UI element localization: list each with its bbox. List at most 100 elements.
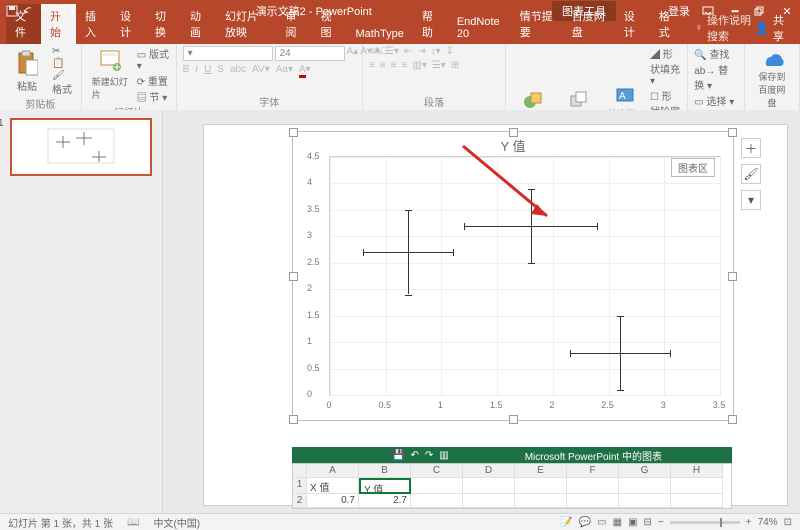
- col-header[interactable]: D: [463, 464, 515, 478]
- tell-me-search[interactable]: ♀ 操作说明搜索: [695, 12, 755, 44]
- datasheet-grid[interactable]: A B C D E F G H 1 X 值 Y 值: [292, 463, 732, 509]
- zoom-out-icon[interactable]: −: [658, 517, 664, 528]
- align-text-icon[interactable]: ☰▾: [432, 60, 446, 71]
- tab-view[interactable]: 视图: [312, 4, 347, 44]
- ds-undo-icon[interactable]: ↶: [410, 450, 418, 461]
- new-slide-button[interactable]: 新建幻灯片: [88, 47, 133, 103]
- section-button[interactable]: ▤ 节 ▾: [137, 89, 170, 104]
- tab-design[interactable]: 设计: [111, 4, 146, 44]
- col-header[interactable]: H: [671, 464, 723, 478]
- tab-chart-design[interactable]: 设计: [615, 4, 650, 44]
- tab-animations[interactable]: 动画: [181, 4, 216, 44]
- col-header[interactable]: C: [411, 464, 463, 478]
- font-color-icon[interactable]: A▾: [299, 64, 311, 75]
- col-header[interactable]: F: [567, 464, 619, 478]
- numbering-icon[interactable]: ☰▾: [385, 46, 399, 57]
- spellcheck-icon[interactable]: 📖: [127, 517, 139, 528]
- notes-button[interactable]: 📝: [560, 517, 572, 528]
- slide-canvas[interactable]: Y 值 图表区 ＋ 🖌 ▾ 00.511.522.533.544.500.511…: [163, 110, 800, 514]
- align-left-icon[interactable]: ≡: [369, 60, 375, 71]
- tab-mathtype[interactable]: MathType: [347, 24, 413, 44]
- select-all-cell[interactable]: [293, 464, 307, 478]
- tab-help[interactable]: 帮助: [413, 4, 448, 44]
- tab-slideshow[interactable]: 幻灯片放映: [216, 4, 277, 44]
- tab-baidu[interactable]: 百度网盘: [563, 4, 615, 44]
- cell[interactable]: [515, 494, 567, 508]
- decrease-indent-icon[interactable]: ⇤: [404, 46, 412, 57]
- cell[interactable]: [463, 494, 515, 508]
- columns-icon[interactable]: ▥▾: [412, 60, 426, 71]
- share-button[interactable]: 👤 共享: [755, 12, 786, 44]
- col-header[interactable]: A: [307, 464, 359, 478]
- increase-indent-icon[interactable]: ⇥: [417, 46, 425, 57]
- row-header[interactable]: 2: [293, 494, 307, 508]
- cell[interactable]: [567, 478, 619, 495]
- align-center-icon[interactable]: ≡: [380, 60, 386, 71]
- italic-icon[interactable]: I: [195, 64, 198, 75]
- cell[interactable]: 2.7: [359, 494, 411, 508]
- replace-button[interactable]: ab→ 替换 ▾: [694, 62, 738, 92]
- bullets-icon[interactable]: ≡▾: [369, 46, 380, 57]
- cell[interactable]: Y 值: [359, 478, 411, 495]
- cell[interactable]: [463, 478, 515, 495]
- zoom-in-icon[interactable]: +: [746, 517, 752, 528]
- line-spacing-icon[interactable]: ↕▾: [431, 46, 441, 57]
- shape-fill-button[interactable]: ◢ 形状填充 ▾: [650, 46, 681, 87]
- grow-font-icon[interactable]: A▴: [347, 46, 359, 61]
- col-header[interactable]: E: [515, 464, 567, 478]
- cell[interactable]: [567, 494, 619, 508]
- align-right-icon[interactable]: ≡: [391, 60, 397, 71]
- cell[interactable]: [411, 494, 463, 508]
- layout-button[interactable]: ▭ 版式 ▾: [137, 46, 170, 72]
- strikethrough-icon[interactable]: S: [217, 64, 224, 75]
- chart-object[interactable]: Y 值 图表区 ＋ 🖌 ▾ 00.511.522.533.544.500.511…: [292, 131, 734, 421]
- justify-icon[interactable]: ≡: [402, 60, 408, 71]
- slide-count[interactable]: 幻灯片 第 1 张，共 1 张: [8, 515, 113, 530]
- paste-button[interactable]: 粘贴: [6, 48, 48, 95]
- tab-review[interactable]: 审阅: [277, 4, 312, 44]
- cell[interactable]: X 值: [307, 478, 359, 495]
- cell[interactable]: [515, 478, 567, 495]
- qat-more-icon[interactable]: ▾: [70, 5, 76, 18]
- bold-icon[interactable]: B: [183, 64, 190, 75]
- tab-insert[interactable]: 插入: [76, 4, 111, 44]
- cut-button[interactable]: ✂: [52, 46, 75, 57]
- shadow-icon[interactable]: abc: [230, 64, 246, 75]
- ds-options-icon[interactable]: ▥: [439, 450, 448, 461]
- font-family-combo[interactable]: ▾: [183, 46, 273, 61]
- zoom-level[interactable]: 74%: [758, 517, 778, 528]
- tab-chart-format[interactable]: 格式: [650, 4, 685, 44]
- slide[interactable]: Y 值 图表区 ＋ 🖌 ▾ 00.511.522.533.544.500.511…: [203, 124, 788, 506]
- reset-button[interactable]: ⟳ 重置: [137, 73, 170, 88]
- cell[interactable]: 0.7: [307, 494, 359, 508]
- cell[interactable]: [619, 478, 671, 495]
- save-to-cloud-button[interactable]: 保存到百度网盘: [751, 46, 793, 111]
- comments-button[interactable]: 💬: [579, 517, 591, 528]
- cell[interactable]: [671, 478, 723, 495]
- char-spacing-icon[interactable]: AV▾: [252, 64, 270, 75]
- start-from-beginning-icon[interactable]: [54, 5, 66, 17]
- reading-view-icon[interactable]: ▣: [628, 517, 637, 528]
- chart-elements-button[interactable]: ＋: [741, 138, 761, 158]
- change-case-icon[interactable]: Aa▾: [276, 64, 293, 75]
- normal-view-icon[interactable]: ▭: [597, 517, 606, 528]
- text-direction-icon[interactable]: ↧: [446, 46, 454, 57]
- underline-icon[interactable]: U: [204, 64, 211, 75]
- slide-thumbnail-1[interactable]: [10, 118, 152, 176]
- cell[interactable]: [671, 494, 723, 508]
- row-header[interactable]: 1: [293, 478, 307, 495]
- chart-filters-button[interactable]: ▾: [741, 190, 761, 210]
- chart-datasheet[interactable]: 💾 ↶ ↷ ▥ Microsoft PowerPoint 中的图表 A B C …: [292, 447, 732, 507]
- tab-storyboard[interactable]: 情节提要: [511, 4, 563, 44]
- redo-icon[interactable]: [38, 5, 50, 17]
- find-button[interactable]: 🔍 查找: [694, 46, 738, 61]
- smartart-icon[interactable]: ⊞: [451, 60, 459, 71]
- col-header[interactable]: B: [359, 464, 411, 478]
- fit-to-window-icon[interactable]: ⊡: [784, 517, 792, 528]
- sorter-view-icon[interactable]: ▦: [613, 517, 622, 528]
- cell[interactable]: [411, 478, 463, 495]
- slideshow-view-icon[interactable]: ⊟: [644, 517, 652, 528]
- tab-transitions[interactable]: 切换: [146, 4, 181, 44]
- font-size-combo[interactable]: 24: [275, 46, 345, 61]
- format-painter-button[interactable]: 🖌 格式: [52, 70, 75, 96]
